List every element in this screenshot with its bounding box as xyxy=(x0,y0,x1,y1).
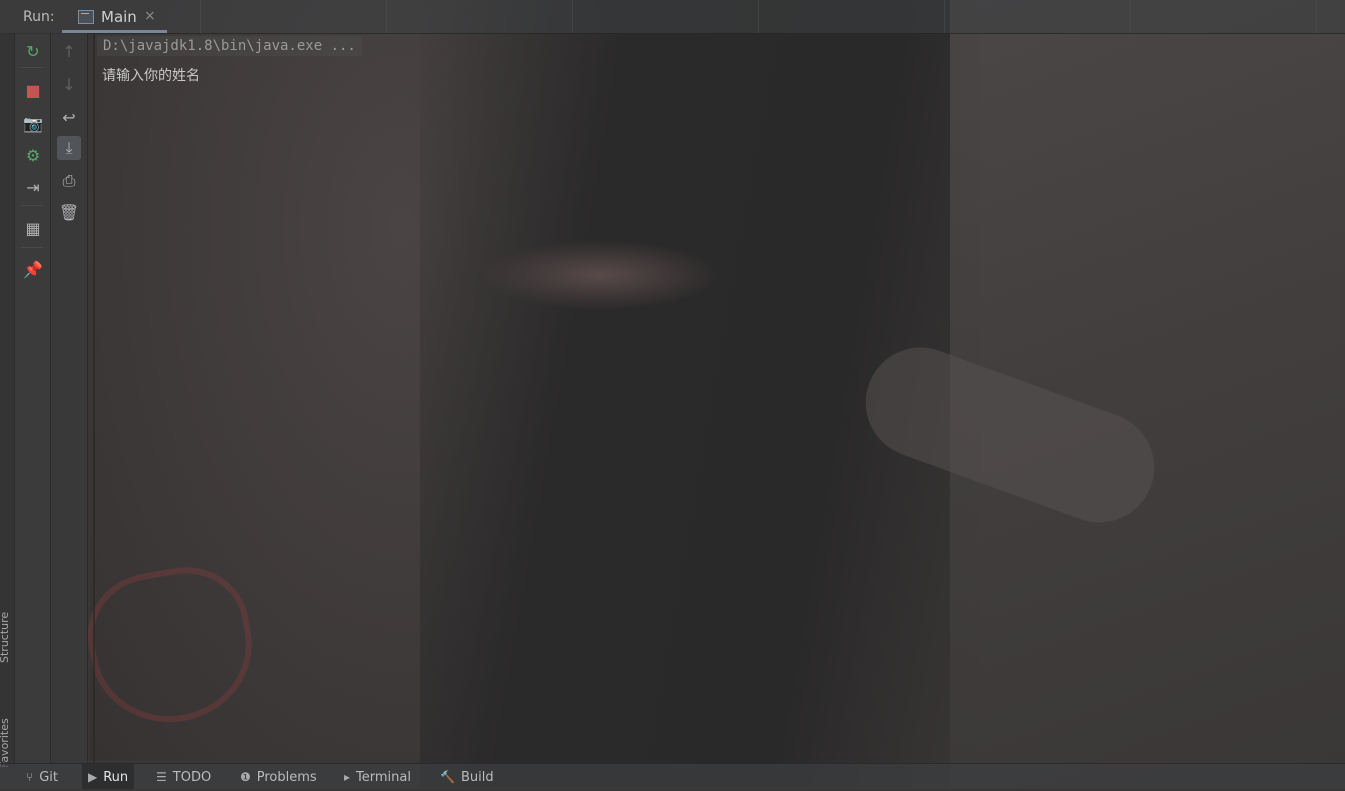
header-divider xyxy=(944,0,945,33)
bottom-tab-label: Terminal xyxy=(356,770,411,785)
header-divider xyxy=(1316,0,1317,33)
print-icon[interactable]: ⎙ xyxy=(57,169,81,193)
console-output-line: 请输入你的姓名 xyxy=(102,68,200,84)
bottom-tab-terminal[interactable]: ▸ Terminal xyxy=(338,764,417,789)
build-icon: 🔨 xyxy=(440,770,455,784)
git-icon: ⑂ xyxy=(26,770,34,784)
trash-icon[interactable]: 🗑 xyxy=(57,201,81,225)
restore-layout-icon[interactable]: ⚙ xyxy=(21,144,45,168)
toolbar-separator xyxy=(21,205,43,206)
bottom-tab-label: Git xyxy=(39,770,58,785)
scroll-to-end-icon[interactable]: ⤓ xyxy=(57,136,81,160)
bottom-tab-run[interactable]: ▶ Run xyxy=(82,764,135,789)
problems-icon: ❶ xyxy=(240,770,251,784)
down-arrow-icon[interactable]: ↓ xyxy=(57,73,81,97)
header-divider xyxy=(1130,0,1131,33)
stop-icon[interactable]: ■ xyxy=(21,79,45,103)
bottom-tab-problems[interactable]: ❶ Problems xyxy=(234,764,323,789)
soft-wrap-icon[interactable]: ↩ xyxy=(57,106,81,130)
header-divider xyxy=(386,0,387,33)
rerun-icon[interactable]: ↻ xyxy=(21,40,45,64)
tab-main[interactable]: Main × xyxy=(62,0,167,33)
camera-icon[interactable]: 📷 xyxy=(21,112,45,136)
tab-title: Main xyxy=(101,8,137,26)
bottom-tab-label: TODO xyxy=(172,770,212,785)
bottom-tool-window-bar: ⑂ Git ▶ Run ☰ TODO ❶ Problems ▸ Terminal 🔨 Build xyxy=(0,763,1345,789)
bottom-tab-label: Run xyxy=(103,770,129,785)
header-divider xyxy=(572,0,573,33)
toolbar-separator xyxy=(21,67,43,68)
bottom-tab-git[interactable]: ⑂ Git xyxy=(20,764,64,789)
bottom-tab-todo[interactable]: ☰ TODO xyxy=(150,764,217,789)
bottom-tab-build[interactable]: 🔨 Build xyxy=(434,764,500,789)
exit-icon[interactable]: ⇥ xyxy=(21,176,45,200)
up-arrow-icon[interactable]: ↑ xyxy=(57,40,81,64)
run-actions-toolbar: ↻ ■ 📷 ⚙ ⇥ ▦ 📌 xyxy=(15,33,51,763)
close-icon[interactable]: × xyxy=(144,8,156,24)
header-divider xyxy=(758,0,759,33)
header-divider xyxy=(200,0,201,33)
terminal-icon: ▸ xyxy=(344,770,351,784)
todo-icon: ☰ xyxy=(156,770,167,784)
console-command-line: D:\javajdk1.8\bin\java.exe ... xyxy=(97,36,362,56)
console-window-icon xyxy=(78,10,94,24)
structure-tab[interactable]: Structure xyxy=(0,612,11,663)
console-actions-toolbar: ↑ ↓ ↩ ⤓ ⎙ 🗑 xyxy=(51,33,88,763)
bottom-tab-label: Build xyxy=(460,770,494,785)
run-tool-window-header: Run: Main × xyxy=(0,0,1345,34)
run-label: Run: xyxy=(23,9,55,25)
toolbar-separator xyxy=(21,247,43,248)
favorites-label: Favorites xyxy=(0,718,11,768)
run-icon: ▶ xyxy=(88,770,98,784)
pin-icon[interactable]: 📌 xyxy=(21,258,45,282)
console-output[interactable]: D:\javajdk1.8\bin\java.exe ... 请输入你的姓名 xyxy=(95,33,1345,763)
layout-icon[interactable]: ▦ xyxy=(21,217,45,241)
bottom-tab-label: Problems xyxy=(256,770,317,785)
structure-label: Structure xyxy=(0,611,11,663)
left-tool-stripe: Structure Favorites xyxy=(0,33,15,768)
favorites-tab[interactable]: Favorites xyxy=(0,718,11,768)
